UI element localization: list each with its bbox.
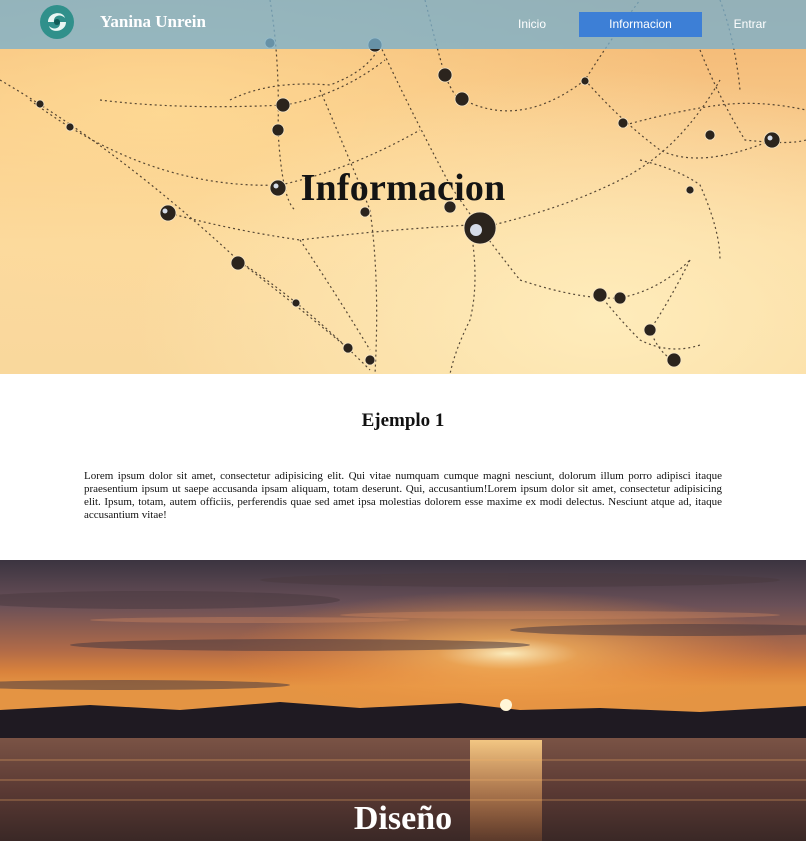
sunset-title: Diseño xyxy=(353,800,453,837)
section-title: Ejemplo 1 xyxy=(361,410,445,431)
hero-banner: Informacion xyxy=(0,0,806,374)
nav-link-entrar[interactable]: Entrar xyxy=(724,12,776,37)
nav-link-informacion-active[interactable]: Informacion xyxy=(579,12,702,37)
section-paragraph: Lorem ipsum dolor sit amet, consectetur … xyxy=(84,470,722,521)
content-section: Ejemplo 1 Lorem ipsum dolor sit amet, co… xyxy=(0,374,806,560)
hero-title: Informacion xyxy=(300,167,506,209)
brand-name[interactable]: Yanina Unrein xyxy=(100,12,206,32)
nav-link-inicio[interactable]: Inicio xyxy=(506,12,558,37)
sunset-background-image xyxy=(0,560,806,841)
swirl-logo-icon[interactable] xyxy=(38,3,76,41)
sunset-banner: Diseño xyxy=(0,560,806,841)
top-navbar: Yanina Unrein Inicio Informacion Entrar xyxy=(0,0,806,49)
